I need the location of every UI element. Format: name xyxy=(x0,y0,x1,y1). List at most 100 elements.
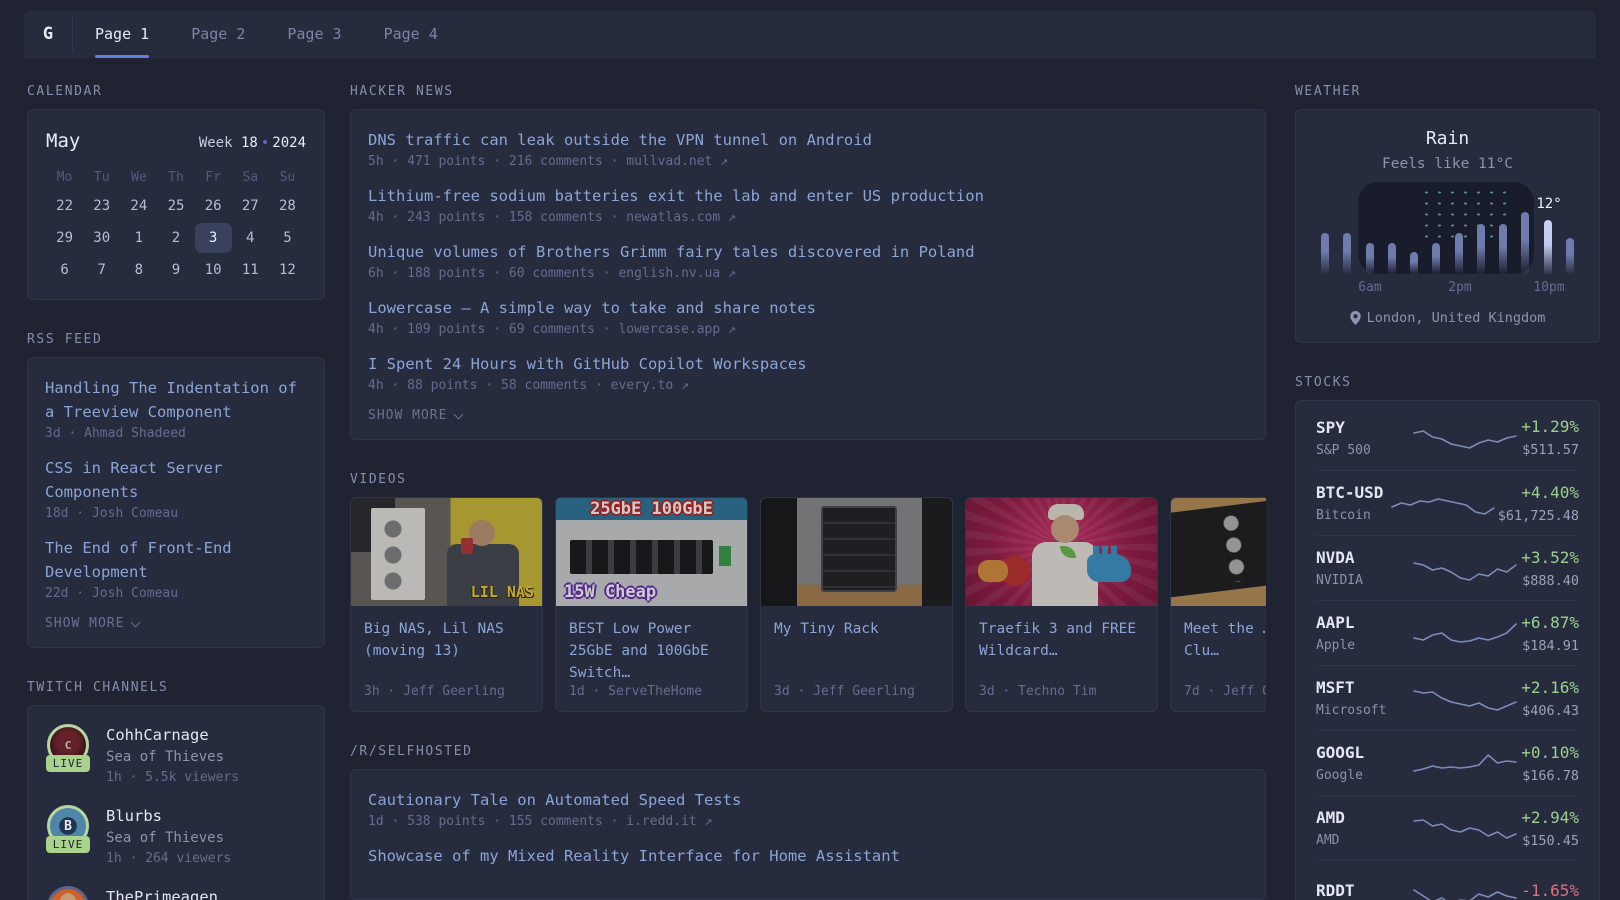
hn-item[interactable]: I Spent 24 Hours with GitHub Copilot Wor… xyxy=(368,352,1248,393)
live-badge: LIVE xyxy=(46,836,91,853)
reddit-item[interactable]: Cautionary Tale on Automated Speed Tests… xyxy=(368,788,1248,829)
rss-item-title[interactable]: The End of Front-End Development xyxy=(45,536,307,584)
video-thumbnail[interactable] xyxy=(761,498,952,606)
stock-sparkline xyxy=(1410,682,1520,714)
chevron-down-icon xyxy=(454,409,464,419)
reddit-item-title[interactable]: Cautionary Tale on Automated Speed Tests xyxy=(368,788,1248,812)
stock-row[interactable]: RDDT -1.65% xyxy=(1316,860,1579,900)
calendar-week-label: Week xyxy=(199,135,233,151)
stock-row[interactable]: SPYS&P 500 +1.29%$511.57 xyxy=(1316,405,1579,470)
calendar-day: 23 xyxy=(83,191,120,221)
video-thumbnail[interactable] xyxy=(966,498,1157,606)
weather-bar xyxy=(1521,212,1529,274)
rss-header: RSS FEED xyxy=(27,332,325,347)
video-card[interactable]: My Tiny Rack 3d · Jeff Geerling xyxy=(760,497,953,712)
stock-name: NVIDIA xyxy=(1316,573,1408,588)
weather-temp-label: 12° xyxy=(1536,196,1561,212)
hn-item[interactable]: Lowercase – A simple way to take and sha… xyxy=(368,296,1248,337)
video-card[interactable]: 25GbE 100GbE 15W Cheap BEST Low Power 25… xyxy=(555,497,748,712)
calendar-day: 5 xyxy=(269,223,306,253)
reddit-item-title[interactable]: Showcase of my Mixed Reality Interface f… xyxy=(368,844,1248,868)
stock-row[interactable]: BTC-USDBitcoin +4.40%$61,725.48 xyxy=(1316,470,1579,535)
rss-widget: RSS FEED Handling The Indentation of a T… xyxy=(27,332,325,648)
hn-show-more-button[interactable]: SHOW MORE xyxy=(368,408,1248,423)
hn-item[interactable]: Lithium-free sodium batteries exit the l… xyxy=(368,184,1248,225)
stock-price: $406.43 xyxy=(1521,703,1579,719)
calendar-weekday: Tu xyxy=(83,170,120,185)
video-card[interactable]: LIL NAS Big NAS, Lil NAS (moving 13) 3h … xyxy=(350,497,543,712)
video-thumbnail[interactable]: 25GbE 100GbE 15W Cheap xyxy=(556,498,747,606)
hn-item-title[interactable]: Lowercase – A simple way to take and sha… xyxy=(368,296,1248,320)
stock-row[interactable]: AMDAMD +2.94%$150.45 xyxy=(1316,795,1579,860)
rss-item-title[interactable]: Handling The Indentation of a Treeview C… xyxy=(45,376,307,424)
hn-item[interactable]: DNS traffic can leak outside the VPN tun… xyxy=(368,128,1248,169)
twitch-channel-row[interactable]: ThePrimeagen xyxy=(44,886,308,900)
calendar-month: May xyxy=(46,130,80,152)
calendar-day: 2 xyxy=(157,223,194,253)
calendar-day: 29 xyxy=(46,223,83,253)
stock-symbol[interactable]: GOOGL xyxy=(1316,743,1408,762)
stock-row[interactable]: NVDANVIDIA +3.52%$888.40 xyxy=(1316,535,1579,600)
reddit-item[interactable]: Showcase of my Mixed Reality Interface f… xyxy=(368,844,1248,868)
twitch-header: TWITCH CHANNELS xyxy=(27,680,325,695)
rss-item[interactable]: CSS in React Server Components 18d · Jos… xyxy=(45,456,307,521)
twitch-avatar-block xyxy=(44,886,92,900)
tab-page-4[interactable]: Page 4 xyxy=(384,10,438,58)
stock-symbol[interactable]: NVDA xyxy=(1316,548,1408,567)
twitch-channel-game: Sea of Thieves xyxy=(106,749,239,765)
hn-item-title[interactable]: Unique volumes of Brothers Grimm fairy t… xyxy=(368,240,1248,264)
weather-bar xyxy=(1366,243,1374,274)
stock-symbol[interactable]: AAPL xyxy=(1316,613,1408,632)
weather-bar-current xyxy=(1544,220,1552,274)
stock-symbol[interactable]: MSFT xyxy=(1316,678,1408,697)
stock-symbol[interactable]: RDDT xyxy=(1316,881,1408,900)
tab-page-3[interactable]: Page 3 xyxy=(287,10,341,58)
hn-item[interactable]: Unique volumes of Brothers Grimm fairy t… xyxy=(368,240,1248,281)
rss-item[interactable]: The End of Front-End Development 22d · J… xyxy=(45,536,307,601)
weather-bar xyxy=(1388,243,1396,274)
twitch-channel-row[interactable]: B LIVE Blurbs Sea of Thieves 1h · 264 vi… xyxy=(44,805,308,866)
video-card[interactable]: FAST Meet the … Linux Clu… 7d · Jeff Gee… xyxy=(1170,497,1266,712)
tab-page-2[interactable]: Page 2 xyxy=(191,10,245,58)
calendar-day: 28 xyxy=(269,191,306,221)
twitch-channel-name[interactable]: CohhCarnage xyxy=(106,726,239,744)
video-title[interactable]: My Tiny Rack xyxy=(774,618,939,640)
rss-show-more-button[interactable]: SHOW MORE xyxy=(45,616,307,631)
video-thumbnail[interactable]: FAST xyxy=(1171,498,1266,606)
app-logo[interactable]: G xyxy=(24,10,72,58)
twitch-channel-name[interactable]: Blurbs xyxy=(106,807,231,825)
stock-row[interactable]: GOOGLGoogle +0.10%$166.78 xyxy=(1316,730,1579,795)
stock-row[interactable]: MSFTMicrosoft +2.16%$406.43 xyxy=(1316,665,1579,730)
video-title[interactable]: Meet the … Linux Clu… xyxy=(1184,618,1266,662)
weather-bar xyxy=(1477,224,1485,274)
videos-widget: VIDEOS LIL NAS Big NAS, Lil NAS (moving … xyxy=(350,472,1266,712)
hn-item-title[interactable]: DNS traffic can leak outside the VPN tun… xyxy=(368,128,1248,152)
hn-item-title[interactable]: I Spent 24 Hours with GitHub Copilot Wor… xyxy=(368,352,1248,376)
tab-page-1[interactable]: Page 1 xyxy=(95,10,149,58)
stock-symbol[interactable]: SPY xyxy=(1316,418,1408,437)
stock-sparkline xyxy=(1410,422,1520,454)
top-nav: G Page 1 Page 2 Page 3 Page 4 xyxy=(24,10,1596,58)
stock-row[interactable]: AAPLApple +6.87%$184.91 xyxy=(1316,600,1579,665)
rss-item[interactable]: Handling The Indentation of a Treeview C… xyxy=(45,376,307,441)
stock-name: Microsoft xyxy=(1316,703,1408,718)
video-thumbnail[interactable]: LIL NAS xyxy=(351,498,542,606)
twitch-channel-name[interactable]: ThePrimeagen xyxy=(106,888,218,900)
calendar-day: 12 xyxy=(269,255,306,285)
twitch-channel-meta: 1h · 5.5k viewers xyxy=(106,770,239,785)
video-title[interactable]: Traefik 3 and FREE Wildcard… xyxy=(979,618,1144,662)
stock-change: +4.40% xyxy=(1498,483,1579,502)
twitch-channel-meta: 1h · 264 viewers xyxy=(106,851,231,866)
stock-symbol[interactable]: AMD xyxy=(1316,808,1408,827)
video-card[interactable]: Traefik 3 and FREE Wildcard… 3d · Techno… xyxy=(965,497,1158,712)
stock-symbol[interactable]: BTC-USD xyxy=(1316,483,1388,502)
twitch-channel-row[interactable]: C LIVE CohhCarnage Sea of Thieves 1h · 5… xyxy=(44,724,308,785)
video-title[interactable]: Big NAS, Lil NAS (moving 13) xyxy=(364,618,529,662)
hn-item-title[interactable]: Lithium-free sodium batteries exit the l… xyxy=(368,184,1248,208)
axis-tick: 2pm xyxy=(1448,280,1471,295)
rss-item-title[interactable]: CSS in React Server Components xyxy=(45,456,307,504)
hn-item-meta: 5h · 471 points · 216 comments · mullvad… xyxy=(368,154,1248,169)
weather-condition: Rain xyxy=(1321,128,1574,149)
video-title[interactable]: BEST Low Power 25GbE and 100GbE Switch… xyxy=(569,618,734,684)
page-layout: CALENDAR May Week 18•2024 MoTuWeThFrSaSu… xyxy=(0,58,1620,900)
